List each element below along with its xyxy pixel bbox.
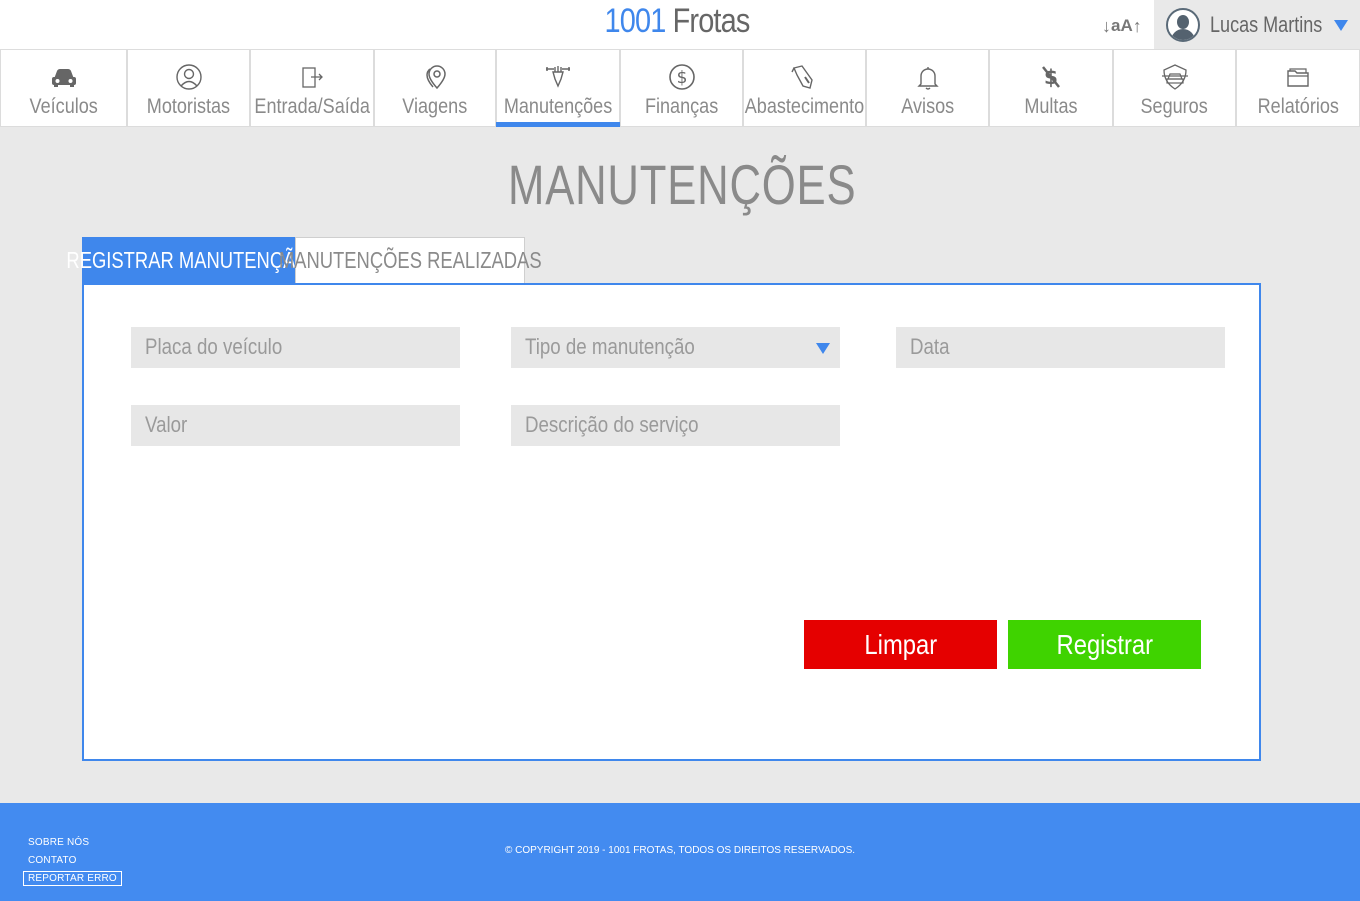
maintenance-type-select[interactable]: Tipo de manutenção [511,327,840,368]
chevron-down-icon[interactable] [1334,19,1348,31]
nav-label: Viagens [402,95,468,118]
register-button-label: Registrar [1056,628,1153,660]
nav-item-abastecimento[interactable]: Abastecimento [743,50,866,127]
tab-manutencoes-realizadas[interactable]: MANUTENÇÕES REALIZADAS [279,237,541,283]
date-field[interactable]: Data [896,327,1225,368]
date-input[interactable] [896,327,1225,368]
dollar-slash-icon: $ [1042,65,1060,89]
app-header: 1001 Frotas ↓ aA ↑ Lucas Martins [0,0,1360,50]
plate-field[interactable]: Placa do veículo [131,327,460,368]
description-input[interactable] [511,405,840,446]
car-icon [51,69,76,87]
nav-label: Multas [1024,95,1078,118]
tab-registrar-manutencao[interactable]: REGISTRAR MANUTENÇÃO [67,237,310,283]
main-nav: Veículos Motoristas Entrada/Saída Viagen… [0,49,1360,127]
driver-icon [175,64,202,90]
arrow-down-icon: ↓ [1102,15,1111,36]
brand-logo[interactable]: 1001 Frotas [82,2,1272,41]
tab-label: MANUTENÇÕES REALIZADAS [278,247,542,273]
register-button[interactable]: Registrar [1008,620,1201,669]
brand-number: 1001 [604,2,667,40]
nav-item-relatorios[interactable]: Relatórios [1236,50,1360,127]
copyright-text: © COPYRIGHT 2019 - 1001 FROTAS, TODOS OS… [504,845,856,856]
nav-label: Motoristas [146,95,231,118]
fuel-nozzle-icon [790,65,813,89]
avatar [1166,8,1200,42]
wrench-hand-icon [546,66,570,88]
nav-label: Finanças [644,95,719,118]
map-pin-icon [426,65,446,90]
svg-text:$: $ [676,68,687,88]
arrow-up-icon: ↑ [1132,15,1142,36]
door-icon [302,67,323,88]
car-shield-icon [1161,64,1188,90]
plate-input[interactable] [131,327,460,368]
page-title: MANUTENÇÕES [508,153,857,216]
nav-item-viagens[interactable]: Viagens [374,50,496,127]
user-menu[interactable]: Lucas Martins [1154,0,1360,50]
folder-icon [1287,68,1309,87]
brand-name: Frotas [672,2,751,40]
nav-label: Seguros [1140,95,1209,118]
nav-item-motoristas[interactable]: Motoristas [127,50,250,127]
maintenance-type-box[interactable] [511,327,840,368]
report-error-button[interactable]: REPORTAR ERRO [23,871,122,886]
user-name: Lucas Martins [1210,12,1323,37]
nav-item-seguros[interactable]: Seguros [1113,50,1236,127]
nav-label: Avisos [901,95,954,118]
nav-item-entrada-saida[interactable]: Entrada/Saída [250,50,374,127]
value-field[interactable]: Valor [131,405,460,446]
register-maintenance-form: Placa do veículo Tipo de manutenção Data… [82,283,1261,761]
nav-label: Abastecimento [744,95,865,118]
font-size-label: aA [1111,16,1133,35]
footer-link-contact[interactable]: CONTATO [28,855,77,866]
clear-button[interactable]: Limpar [804,620,997,669]
value-input[interactable] [131,405,460,446]
app-footer: SOBRE NÓS CONTATO REPORTAR ERRO © COPYRI… [0,803,1360,901]
nav-label: Entrada/Saída [254,95,370,118]
nav-item-manutencoes[interactable]: Manutenções [496,50,620,127]
bell-icon [916,67,939,90]
description-field[interactable]: Descrição do serviço [511,405,840,446]
nav-label: Relatórios [1257,95,1339,118]
nav-item-veiculos[interactable]: Veículos [0,50,127,127]
chevron-down-icon[interactable] [816,343,830,354]
nav-item-multas[interactable]: $ Multas [989,50,1113,127]
nav-item-financas[interactable]: $ Finanças [620,50,743,127]
dollar-circle-icon: $ [668,64,695,90]
nav-label: Manutenções [503,95,613,118]
tab-label: REGISTRAR MANUTENÇÃO [66,246,311,273]
nav-item-avisos[interactable]: Avisos [866,50,989,127]
nav-label: Veículos [29,95,98,118]
font-size-toggle-button[interactable]: ↓ aA ↑ [1102,12,1146,40]
clear-button-label: Limpar [864,628,937,660]
